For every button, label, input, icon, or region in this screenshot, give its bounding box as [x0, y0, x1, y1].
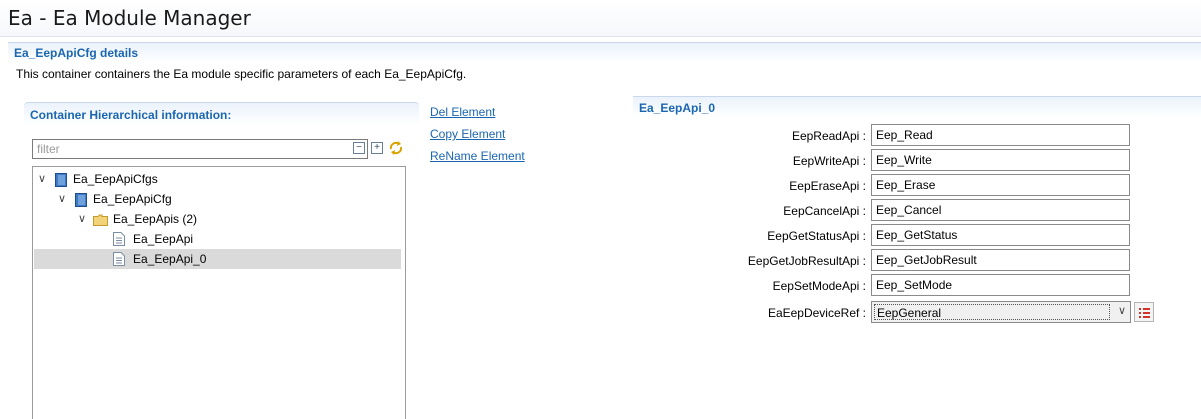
- hierarchy-tree: ∨ Ea_EepApiCfgs ∨ Ea_EepApiCfg ∨ Ea_EepA…: [32, 166, 406, 419]
- eep-cancel-api-label: EepCancelApi :: [783, 204, 866, 218]
- eep-write-api-input[interactable]: [871, 149, 1130, 171]
- tree-item-ea-eepapis[interactable]: ∨ Ea_EepApis (2): [33, 209, 405, 229]
- chevron-down-icon[interactable]: ∨: [57, 189, 67, 209]
- eep-get-job-result-api-input[interactable]: [871, 249, 1130, 271]
- details-description: This container containers the Ea module …: [16, 67, 467, 81]
- details-section-header[interactable]: Ea_EepApiCfg details: [8, 42, 1201, 63]
- tree-item-label: Ea_EepApi: [133, 232, 194, 246]
- chevron-down-icon[interactable]: ∨: [37, 169, 47, 189]
- tree-item-label: Ea_EepApiCfg: [93, 192, 172, 206]
- eep-erase-api-label: EepEraseApi :: [789, 179, 866, 193]
- eep-get-job-result-api-label: EepGetJobResultApi :: [747, 254, 866, 268]
- tree-item-label: Ea_EepApiCfgs: [73, 172, 158, 186]
- eep-set-mode-api-input[interactable]: [871, 274, 1130, 296]
- hierarchy-header-label: Container Hierarchical information:: [30, 108, 232, 122]
- del-element-link[interactable]: Del Element: [430, 105, 495, 119]
- module-icon: [75, 193, 87, 207]
- eep-erase-api-input[interactable]: [871, 174, 1130, 196]
- tree-item-ea-eepapicfg[interactable]: ∨ Ea_EepApiCfg: [33, 189, 405, 209]
- details-header-label: Ea_EepApiCfg details: [14, 46, 139, 60]
- expand-all-icon[interactable]: +: [371, 142, 383, 154]
- tree-item-label: Ea_EepApis (2): [113, 212, 198, 226]
- ea-eep-device-ref-label: EaEepDeviceRef :: [767, 306, 866, 320]
- hierarchy-panel: Container Hierarchical information: − + …: [24, 102, 419, 419]
- folder-icon: [93, 214, 108, 226]
- module-icon: [55, 173, 67, 187]
- hierarchy-panel-header: Container Hierarchical information:: [24, 102, 419, 125]
- rename-element-link[interactable]: ReName Element: [430, 149, 525, 163]
- tree-item-label: Ea_EepApi_0: [133, 252, 207, 266]
- chevron-down-icon[interactable]: ∨: [77, 209, 87, 229]
- title-bar: Ea - Ea Module Manager: [0, 0, 1201, 37]
- tree-item-ea-eepapicfgs[interactable]: ∨ Ea_EepApiCfgs: [33, 169, 405, 189]
- filter-input[interactable]: [32, 139, 368, 159]
- copy-element-link[interactable]: Copy Element: [430, 127, 505, 141]
- chevron-down-icon[interactable]: ∨: [1118, 304, 1126, 317]
- eep-read-api-input[interactable]: [871, 124, 1130, 146]
- eep-set-mode-api-label: EepSetModeApi :: [772, 279, 866, 293]
- collapse-all-icon[interactable]: −: [353, 142, 365, 154]
- eep-get-status-api-label: EepGetStatusApi :: [767, 229, 866, 243]
- list-icon: [1139, 308, 1150, 318]
- form-section-header[interactable]: Ea_EepApi_0: [633, 96, 1201, 117]
- sync-icon[interactable]: [388, 140, 404, 156]
- reference-list-button[interactable]: [1134, 302, 1154, 322]
- window-title: Ea - Ea Module Manager: [8, 6, 251, 30]
- eep-read-api-label: EepReadApi :: [791, 129, 866, 143]
- ea-eep-device-ref-value: EepGeneral: [874, 304, 1110, 320]
- document-icon: [113, 252, 125, 266]
- eep-get-status-api-input[interactable]: [871, 224, 1130, 246]
- tree-item-ea-eepapi[interactable]: Ea_EepApi: [33, 229, 405, 249]
- form-header-label: Ea_EepApi_0: [639, 101, 716, 115]
- eep-write-api-label: EepWriteApi :: [792, 154, 866, 168]
- tree-item-ea-eepapi-0[interactable]: Ea_EepApi_0: [34, 249, 401, 269]
- eep-cancel-api-input[interactable]: [871, 199, 1130, 221]
- document-icon: [113, 232, 125, 246]
- ea-eep-device-ref-select[interactable]: EepGeneral ∨: [871, 301, 1131, 323]
